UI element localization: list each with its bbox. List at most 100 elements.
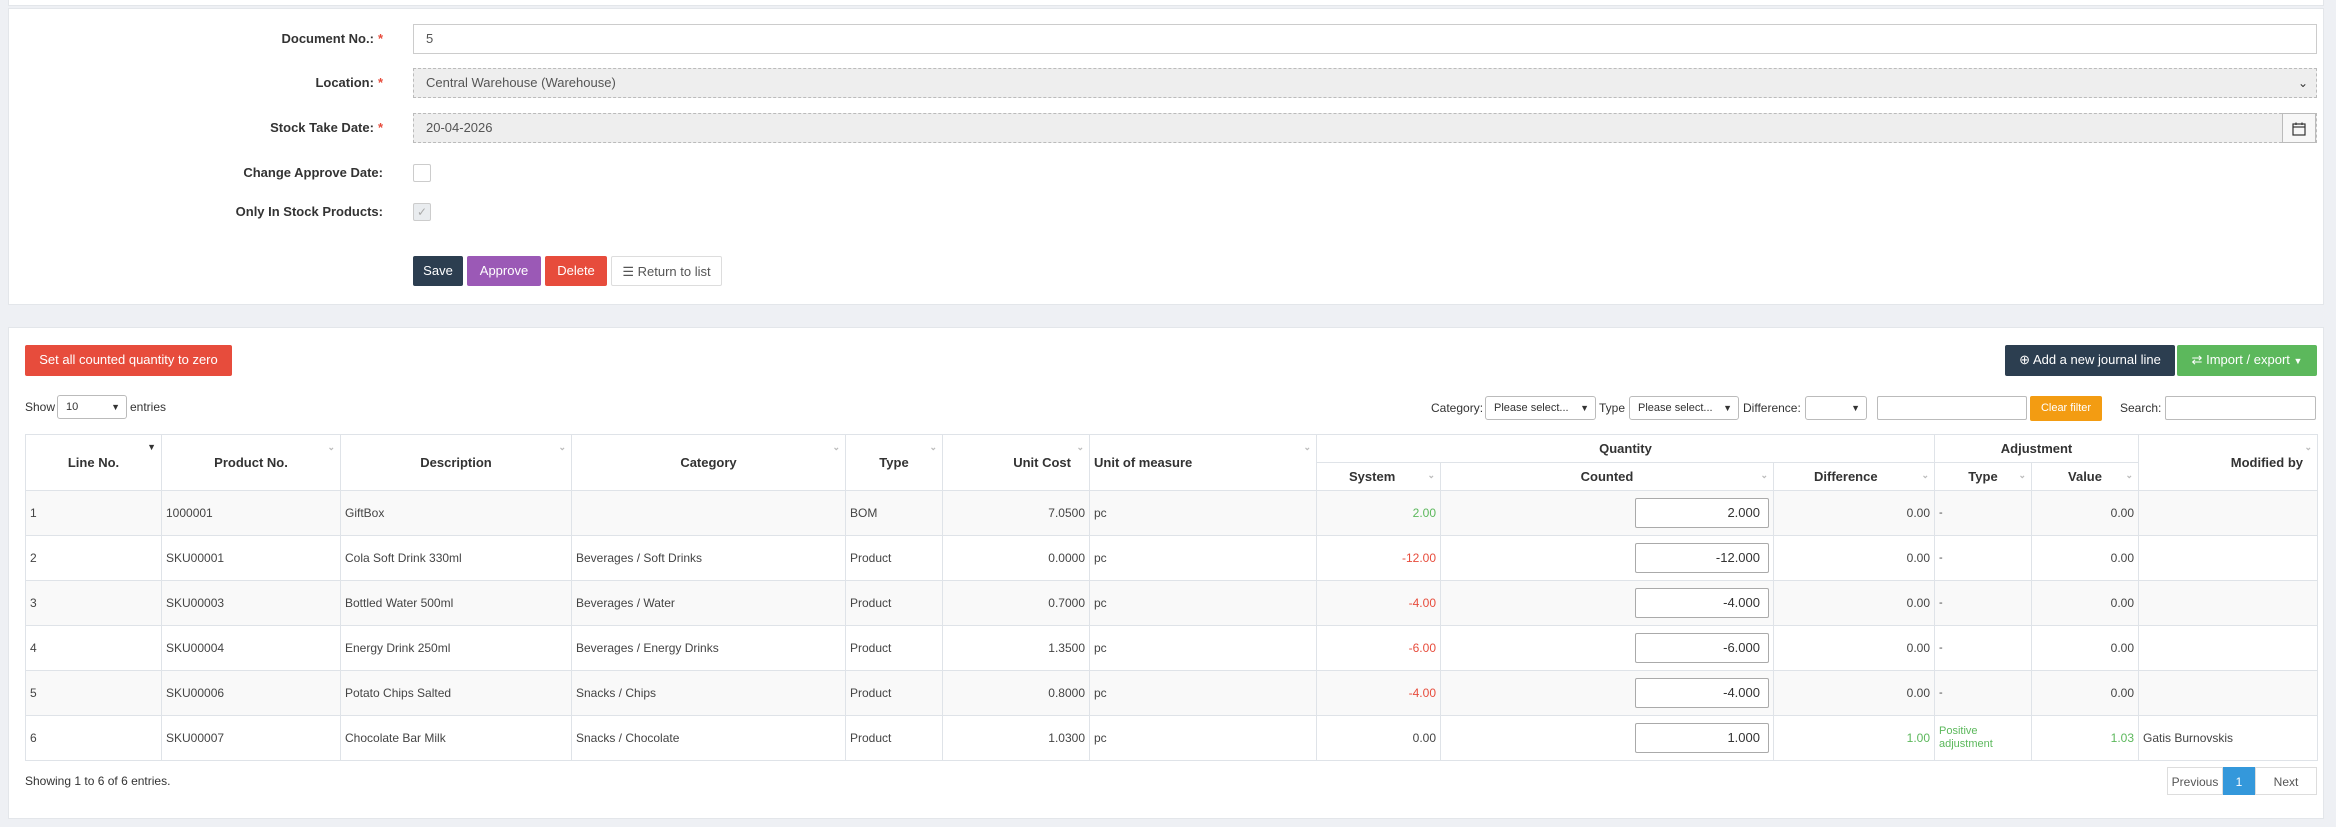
type-filter-select[interactable]: Please select... ▼ xyxy=(1629,396,1739,420)
sort-icon: ⌄ xyxy=(2125,470,2133,480)
col-header-category[interactable]: Category ⌄ xyxy=(571,434,846,491)
counted-input[interactable]: -4.000 xyxy=(1635,678,1769,708)
add-journal-line-button[interactable]: ⊕ Add a new journal line xyxy=(2005,345,2175,376)
location-label: Location: * xyxy=(315,75,383,90)
cell-type: Product xyxy=(845,580,943,626)
cell-adjustment-value: 0.00 xyxy=(2031,490,2139,536)
cell-difference: 0.00 xyxy=(1773,670,1935,716)
col-header-difference[interactable]: Difference ⌄ xyxy=(1773,462,1935,491)
change-approve-date-checkbox[interactable] xyxy=(413,164,431,182)
col-header-product-no[interactable]: Product No. ⌄ xyxy=(161,434,341,491)
counted-input[interactable]: 1.000 xyxy=(1635,723,1769,753)
cell-type: Product xyxy=(845,535,943,581)
stock-take-date-label: Stock Take Date: * xyxy=(270,120,383,135)
counted-input[interactable]: -4.000 xyxy=(1635,588,1769,618)
check-icon: ✓ xyxy=(416,205,428,219)
stock-take-date-input[interactable]: 20-04-2026 xyxy=(413,113,2317,143)
search-label: Search: xyxy=(2120,401,2162,415)
plus-circle-icon: ⊕ xyxy=(2019,352,2031,367)
chevron-down-icon: ▼ xyxy=(1723,403,1732,413)
cell-adjustment-value: 0.00 xyxy=(2031,625,2139,671)
cell-unit-cost: 7.0500 xyxy=(942,490,1090,536)
counted-input[interactable]: 2.000 xyxy=(1635,498,1769,528)
document-no-input[interactable]: 5 xyxy=(413,24,2317,54)
col-header-adjustment-value[interactable]: Value ⌄ xyxy=(2031,462,2139,491)
chevron-down-icon: ▼ xyxy=(1851,403,1860,413)
table-row: 2 SKU00001 Cola Soft Drink 330ml Beverages … xyxy=(25,535,2318,581)
cell-unit-cost: 1.3500 xyxy=(942,625,1090,671)
col-header-unit-cost[interactable]: Unit Cost ⌄ xyxy=(942,434,1090,491)
sort-icon: ⌄ xyxy=(2304,442,2312,452)
cell-adjustment-type: - xyxy=(1934,490,2032,536)
return-to-list-button[interactable]: ☰ Return to list xyxy=(611,256,722,286)
entries-label: entries xyxy=(130,400,167,414)
cell-description: GiftBox xyxy=(340,490,572,536)
col-header-modified-by[interactable]: Modified by ⌄ xyxy=(2138,434,2318,491)
cell-type: Product xyxy=(845,670,943,716)
cell-counted: -12.000 xyxy=(1440,535,1774,581)
import-export-button[interactable]: ⇄ Import / export ▼ xyxy=(2177,345,2317,376)
table-row: 5 SKU00006 Potato Chips Salted Snacks / Chi… xyxy=(25,670,2318,716)
col-header-unit-of-measure[interactable]: Unit of measure ⌄ xyxy=(1089,434,1317,491)
col-header-counted[interactable]: Counted ⌄ xyxy=(1440,462,1774,491)
journal-lines-table: Line No. ▼ Product No. ⌄ Description ⌄ Cate… xyxy=(25,434,2318,761)
cell-description: Potato Chips Salted xyxy=(340,670,572,716)
cell-system: -6.00 xyxy=(1316,625,1441,671)
cell-adjustment-type: - xyxy=(1934,535,2032,581)
table-row: 4 SKU00004 Energy Drink 250ml Beverages / E… xyxy=(25,625,2318,671)
cell-product-no: 1000001 xyxy=(161,490,341,536)
cell-category: Beverages / Energy Drinks xyxy=(571,625,846,671)
cell-category: Beverages / Water xyxy=(571,580,846,626)
calendar-icon[interactable] xyxy=(2282,113,2316,143)
document-no-label: Document No.: * xyxy=(281,31,383,46)
counted-input[interactable]: -6.000 xyxy=(1635,633,1769,663)
save-button[interactable]: Save xyxy=(413,256,463,286)
next-page-button[interactable]: Next xyxy=(2255,767,2317,795)
col-header-adjustment-type[interactable]: Type ⌄ xyxy=(1934,462,2032,491)
category-filter-label: Category: xyxy=(1431,401,1484,415)
previous-page-button[interactable]: Previous xyxy=(2167,767,2223,795)
counted-input[interactable]: -12.000 xyxy=(1635,543,1769,573)
cell-modified-by xyxy=(2138,670,2318,716)
filter-text-input[interactable] xyxy=(1877,396,2027,420)
cell-product-no: SKU00006 xyxy=(161,670,341,716)
cell-description: Energy Drink 250ml xyxy=(340,625,572,671)
cell-adjustment-value: 0.00 xyxy=(2031,535,2139,581)
sort-icon: ⌄ xyxy=(1076,442,1084,452)
sort-icon: ⌄ xyxy=(1427,470,1435,480)
cell-unit-of-measure: pc xyxy=(1089,535,1317,581)
delete-button[interactable]: Delete xyxy=(545,256,607,286)
cell-adjustment-type: - xyxy=(1934,625,2032,671)
cell-modified-by: Gatis Burnovskis xyxy=(2138,715,2318,761)
cell-unit-of-measure: pc xyxy=(1089,715,1317,761)
difference-filter-select[interactable]: ▼ xyxy=(1805,396,1867,420)
cell-difference: 0.00 xyxy=(1773,490,1935,536)
cell-category: Snacks / Chocolate xyxy=(571,715,846,761)
category-filter-select[interactable]: Please select... ▼ xyxy=(1485,396,1596,420)
list-icon: ☰ xyxy=(622,264,635,279)
clear-filter-button[interactable]: Clear filter xyxy=(2030,396,2102,421)
cell-product-no: SKU00007 xyxy=(161,715,341,761)
cell-unit-of-measure: pc xyxy=(1089,580,1317,626)
col-header-line-no[interactable]: Line No. ▼ xyxy=(25,434,162,491)
search-input[interactable] xyxy=(2165,396,2316,420)
cell-counted: -4.000 xyxy=(1440,580,1774,626)
page-1-button[interactable]: 1 xyxy=(2223,767,2255,795)
set-zero-button[interactable]: Set all counted quantity to zero xyxy=(25,345,232,376)
cell-line-no: 2 xyxy=(25,535,162,581)
table-body: 1 1000001 GiftBox BOM 7.0500 pc 2.00 2.000 0.00-… xyxy=(25,490,2318,761)
cell-modified-by xyxy=(2138,535,2318,581)
chevron-down-icon: ⌄ xyxy=(2297,76,2308,90)
col-header-type[interactable]: Type ⌄ xyxy=(845,434,943,491)
approve-button[interactable]: Approve xyxy=(467,256,541,286)
col-header-description[interactable]: Description ⌄ xyxy=(340,434,572,491)
cell-counted: 1.000 xyxy=(1440,715,1774,761)
only-in-stock-checkbox[interactable]: ✓ xyxy=(413,203,431,221)
page-size-select[interactable]: 10 ▼ xyxy=(57,395,127,419)
showing-info: Showing 1 to 6 of 6 entries. xyxy=(25,774,171,788)
cell-adjustment-value: 0.00 xyxy=(2031,670,2139,716)
col-header-system[interactable]: System ⌄ xyxy=(1316,462,1441,491)
cell-description: Bottled Water 500ml xyxy=(340,580,572,626)
difference-filter-label: Difference: xyxy=(1743,401,1801,415)
location-select[interactable]: Central Warehouse (Warehouse) ⌄ xyxy=(413,68,2317,98)
